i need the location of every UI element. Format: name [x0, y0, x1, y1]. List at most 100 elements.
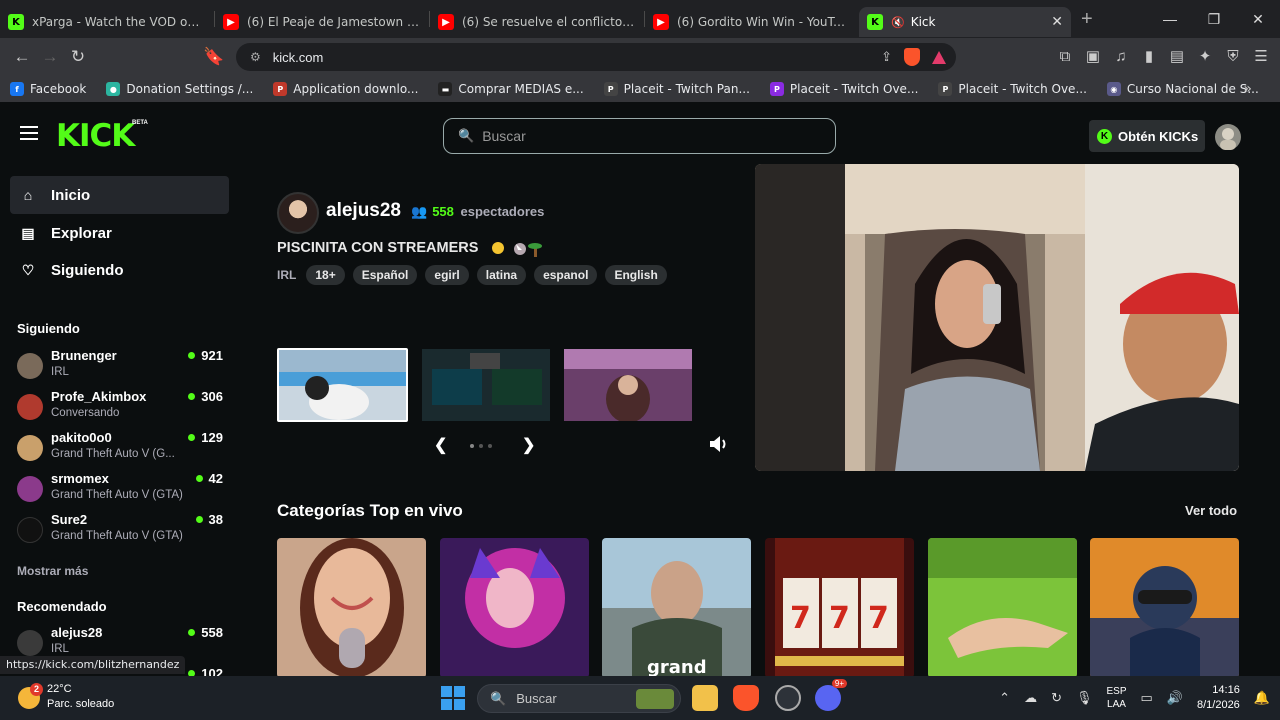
carousel-prev-icon[interactable]: ❮ — [434, 435, 447, 455]
see-all-link[interactable]: Ver todo — [1185, 503, 1237, 518]
sidebar-channel-srmomex[interactable]: srmomex Grand Theft Auto V (GTA) 42 — [17, 471, 227, 507]
microphone-icon[interactable]: 🎙 — [1076, 690, 1093, 706]
extensions-icon[interactable]: ⧉ — [1056, 48, 1074, 66]
time: 14:16 — [1212, 684, 1240, 696]
sync-icon[interactable]: ↻ — [1051, 690, 1062, 706]
featured-streamer-name[interactable]: alejus28 — [326, 200, 401, 222]
svg-text:7: 7 — [868, 601, 889, 636]
carousel-dot[interactable] — [488, 444, 492, 448]
address-bar[interactable]: ⚙ kick.com ⇪ — [236, 43, 956, 71]
chevron-up-icon[interactable]: ⌃ — [999, 690, 1010, 706]
tag[interactable]: egirl — [425, 265, 469, 285]
carousel-thumb-1[interactable] — [277, 348, 408, 422]
bookmark-item[interactable]: ◉ Curso Nacional de S... — [1106, 82, 1259, 96]
featured-streamer-avatar[interactable] — [277, 192, 319, 234]
category-card-counter-strike[interactable] — [1090, 538, 1239, 676]
weather-widget[interactable]: 2 22°C Parc. soleado — [18, 681, 138, 715]
close-window-icon[interactable]: ✕ — [1236, 11, 1280, 28]
screenshot-icon[interactable]: ▣ — [1084, 48, 1102, 66]
tab-peaje[interactable]: ▶ (6) El Peaje de Jamestown | Invasió — [215, 7, 429, 37]
taskbar-search-input[interactable]: 🔍 Buscar — [477, 684, 681, 713]
carousel-thumb-3[interactable] — [564, 349, 692, 421]
close-tab-icon[interactable]: ✕ — [1051, 14, 1063, 30]
discord-icon[interactable]: 9+ — [815, 679, 847, 711]
clock[interactable]: 14:16 8/1/2026 — [1197, 683, 1240, 713]
sidebar-channel-brunenger[interactable]: Brunenger IRL 921 — [17, 348, 227, 384]
reload-icon[interactable]: ↻ — [64, 47, 92, 67]
file-explorer-icon[interactable] — [692, 685, 718, 711]
app-icon[interactable] — [775, 685, 801, 711]
search-icon: 🔍 — [458, 128, 475, 143]
bookmark-item[interactable]: P Application downlo... — [273, 82, 418, 96]
carousel-next-icon[interactable]: ❯ — [522, 435, 535, 455]
tab-xparga[interactable]: K xParga - Watch the VOD on Kick — [0, 7, 214, 37]
back-icon[interactable]: ← — [8, 47, 36, 67]
muted-speaker-icon[interactable]: 🔇 — [891, 16, 905, 29]
category-card-irl[interactable] — [928, 538, 1077, 676]
forward-icon[interactable]: → — [36, 47, 64, 67]
network-icon[interactable]: ▭ — [1141, 690, 1153, 706]
tag[interactable]: 18+ — [306, 265, 345, 285]
menu-icon[interactable]: ☰ — [1252, 48, 1270, 66]
bookmark-item[interactable]: ▬ Comprar MEDIAS e... — [438, 82, 584, 96]
nav-inicio[interactable]: ⌂ Inicio — [10, 176, 229, 214]
media-icon[interactable]: ♫ — [1112, 48, 1130, 66]
bookmarks-overflow-icon[interactable]: » — [1243, 81, 1252, 97]
leo-icon[interactable]: ✦ — [1196, 48, 1214, 66]
placeit-icon: P — [603, 82, 618, 96]
wallet-icon[interactable]: ▤ — [1168, 48, 1186, 66]
hamburger-menu-icon[interactable] — [20, 126, 38, 144]
carousel-dot[interactable] — [479, 444, 483, 448]
carousel-thumb-2[interactable] — [422, 349, 550, 421]
bookmark-item[interactable]: P Placeit - Twitch Pan... — [603, 82, 750, 96]
viewer-count: 38 — [195, 512, 223, 527]
windows-start-icon[interactable] — [441, 686, 465, 710]
tag[interactable]: latina — [476, 265, 527, 285]
tab-gordito[interactable]: ▶ (6) Gordito Win Win - YouTube — [645, 7, 859, 37]
category-card-slots[interactable]: 777 — [765, 538, 914, 676]
speaker-icon[interactable]: 🔊 — [1167, 690, 1183, 706]
kick-logo[interactable]: KICK — [56, 118, 135, 154]
minimize-icon[interactable]: — — [1148, 11, 1192, 27]
tab-conflicto[interactable]: ▶ (6) Se resuelve el conflicto? | Reun — [430, 7, 644, 37]
bookmark-item[interactable]: ● Donation Settings /... — [106, 82, 253, 96]
share-icon[interactable]: ⇪ — [881, 49, 892, 65]
bookmark-item[interactable]: P Placeit - Twitch Ove... — [938, 82, 1087, 96]
category-card-just-chatting[interactable] — [277, 538, 426, 676]
get-kicks-label: Obtén KICKs — [1118, 128, 1199, 144]
show-more-link[interactable]: Mostrar más — [17, 564, 88, 578]
bookmark-item[interactable]: f Facebook — [10, 82, 86, 96]
bookmark-item[interactable]: P Placeit - Twitch Ove... — [769, 82, 918, 96]
language-indicator[interactable]: ESP LAA — [1106, 685, 1126, 711]
nav-siguiendo[interactable]: ♡ Siguiendo — [10, 251, 229, 289]
tag[interactable]: English — [605, 265, 667, 285]
new-tab-icon[interactable]: + — [1081, 8, 1093, 31]
brave-rewards-icon[interactable] — [932, 50, 946, 64]
carousel-dot[interactable] — [470, 444, 474, 448]
nav-explorar[interactable]: ▤ Explorar — [10, 214, 229, 252]
maximize-icon[interactable]: ❐ — [1192, 11, 1236, 28]
sidebar-icon[interactable]: ▮ — [1140, 48, 1158, 66]
volume-icon[interactable] — [708, 434, 730, 454]
tab-title: xParga - Watch the VOD on Kick — [32, 15, 206, 29]
sidebar-channel-profe-akimbox[interactable]: Profe_Akimbox Conversando 306 — [17, 389, 227, 425]
tag[interactable]: espanol — [534, 265, 598, 285]
category-tag[interactable]: IRL — [277, 265, 296, 285]
bookmark-icon[interactable]: 🔖 — [200, 47, 228, 67]
category-card-gta-v[interactable]: grand — [602, 538, 751, 676]
tab-kick-active[interactable]: K 🔇 Kick ✕ — [859, 7, 1071, 37]
search-input[interactable]: 🔍 Buscar — [443, 118, 836, 154]
site-settings-icon[interactable]: ⚙ — [250, 50, 261, 64]
category-card-league[interactable] — [440, 538, 589, 676]
notifications-bell-icon[interactable]: 🔔 — [1254, 690, 1270, 706]
user-avatar[interactable] — [1215, 124, 1241, 150]
vpn-icon[interactable]: ⛨ — [1224, 48, 1242, 66]
brave-browser-icon[interactable] — [733, 685, 759, 711]
get-kicks-button[interactable]: K Obtén KICKs — [1089, 120, 1205, 152]
featured-video-player[interactable] — [755, 164, 1239, 471]
sidebar-channel-sure2[interactable]: Sure2 Grand Theft Auto V (GTA) 38 — [17, 512, 227, 548]
sidebar-channel-pakito[interactable]: pakito0o0 Grand Theft Auto V (G... 129 — [17, 430, 227, 466]
brave-shield-icon[interactable] — [904, 48, 920, 66]
tag[interactable]: Español — [352, 265, 418, 285]
cloud-icon[interactable]: ☁ — [1024, 690, 1037, 706]
